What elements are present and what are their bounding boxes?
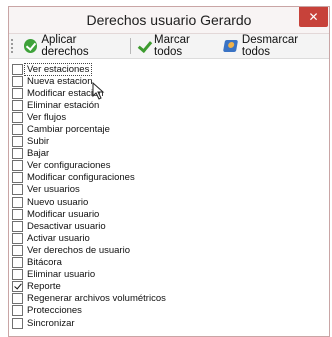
checkbox[interactable] — [12, 148, 23, 160]
checkbox[interactable] — [12, 87, 23, 99]
checkbox[interactable] — [12, 160, 23, 172]
checklist-item-label: Eliminar usuario — [27, 269, 96, 281]
checklist-item[interactable]: Ver usuarios — [9, 184, 329, 196]
checklist-item-label: Activar usuario — [27, 232, 90, 244]
checklist-item[interactable]: Eliminar usuario — [9, 269, 329, 281]
checklist-item-label: Modificar configuraciones — [27, 172, 135, 184]
checkbox[interactable] — [12, 63, 23, 75]
checklist-item[interactable]: Ver configuraciones — [9, 160, 329, 172]
checklist-item[interactable]: Nueva estacion — [9, 75, 329, 87]
checklist-item-label: Eliminar estación — [27, 99, 100, 111]
close-icon: ✕ — [308, 10, 319, 24]
checklist-item[interactable]: Modificar estación — [9, 87, 329, 99]
checkbox[interactable] — [12, 208, 23, 220]
checklist-item[interactable]: Subir — [9, 136, 329, 148]
checklist-item-label: Ver estaciones — [23, 62, 93, 76]
checklist-item[interactable]: Modificar configuraciones — [9, 172, 329, 184]
toolbar-separator — [129, 38, 131, 54]
checklist-item[interactable]: Bitácora — [9, 257, 329, 269]
unmark-all-button[interactable]: Desmarcar todos — [221, 34, 329, 58]
checkbox[interactable] — [12, 269, 23, 281]
checklist-item-label: Nuevo usuario — [27, 196, 89, 208]
apply-check-icon — [23, 39, 38, 53]
checkbox[interactable] — [12, 305, 23, 317]
checklist-item[interactable]: Ver flujos — [9, 111, 329, 123]
permissions-window: Derechos usuario Gerardo ✕ Aplicar derec… — [8, 6, 330, 337]
checklist-item-label: Sincronizar — [27, 317, 75, 329]
checklist-item-label: Ver derechos de usuario — [27, 244, 130, 256]
checklist-item-label: Protecciones — [27, 305, 82, 317]
close-button[interactable]: ✕ — [299, 7, 328, 27]
checklist-item-label: Cambiar porcentaje — [27, 124, 110, 136]
apply-rights-button[interactable]: Aplicar derechos — [21, 34, 127, 58]
checkbox[interactable] — [12, 172, 23, 184]
checklist-item-label: Regenerar archivos volumétricos — [27, 293, 166, 305]
checklist-item-label: Subir — [27, 136, 50, 148]
checkbox[interactable] — [12, 136, 23, 148]
checklist-item[interactable]: Regenerar archivos volumétricos — [9, 293, 329, 305]
mark-all-button[interactable]: Marcar todos — [134, 34, 222, 58]
checkbox[interactable] — [12, 293, 23, 305]
checklist-item[interactable]: Ver derechos de usuario — [9, 244, 329, 256]
checklist-item[interactable]: Reporte — [9, 281, 329, 293]
green-check-icon — [137, 39, 150, 53]
checklist-item-label: Ver configuraciones — [27, 160, 111, 172]
toolbar-grip[interactable] — [11, 39, 16, 53]
checklist-item[interactable]: Desactivar usuario — [9, 220, 329, 232]
checkbox[interactable] — [12, 317, 23, 329]
checklist-item-label: Nueva estacion — [27, 75, 93, 87]
apply-rights-label: Aplicar derechos — [41, 34, 89, 58]
checkbox[interactable] — [12, 184, 23, 196]
checkbox[interactable] — [12, 75, 23, 87]
checklist-item-label: Bajar — [27, 148, 50, 160]
checklist-item[interactable]: Modificar usuario — [9, 208, 329, 220]
checklist-item-label: Reporte — [27, 281, 61, 293]
title-bar[interactable]: Derechos usuario Gerardo ✕ — [9, 7, 329, 34]
checklist-item-label: Desactivar usuario — [27, 220, 106, 232]
mark-all-label: Marcar todos — [154, 34, 190, 58]
permissions-checklist[interactable]: Ver estaciones Nueva estacion Modificar es… — [9, 59, 329, 336]
checkbox[interactable] — [12, 99, 23, 111]
checklist-item[interactable]: Sincronizar — [9, 317, 329, 329]
checklist-item[interactable]: Nuevo usuario — [9, 196, 329, 208]
checklist-item[interactable]: Eliminar estación — [9, 99, 329, 111]
toolbar: Aplicar derechos Marcar todos Desmarcar … — [9, 34, 329, 59]
checklist-item-label: Modificar estación — [27, 87, 104, 99]
unmark-icon — [223, 40, 239, 52]
checklist-item[interactable]: Protecciones — [9, 305, 329, 317]
checklist-item[interactable]: Bajar — [9, 148, 329, 160]
checkbox[interactable] — [12, 257, 23, 269]
checkbox[interactable] — [12, 196, 23, 208]
checklist-item[interactable]: Activar usuario — [9, 232, 329, 244]
checklist-item-label: Modificar usuario — [27, 208, 100, 220]
checkbox[interactable] — [12, 111, 23, 123]
checklist-item[interactable]: Ver estaciones — [9, 62, 329, 76]
checkbox[interactable] — [12, 244, 23, 256]
window-title: Derechos usuario Gerardo — [86, 12, 252, 28]
checklist-item[interactable]: Cambiar porcentaje — [9, 123, 329, 136]
checkbox[interactable] — [12, 220, 23, 232]
checkbox[interactable] — [12, 232, 23, 244]
unmark-all-label: Desmarcar todos — [241, 34, 299, 58]
checklist-item-label: Bitácora — [27, 257, 62, 269]
checkbox[interactable] — [12, 281, 23, 293]
checkbox[interactable] — [12, 124, 23, 136]
checklist-item-label: Ver usuarios — [27, 184, 80, 196]
checklist-item-label: Ver flujos — [27, 111, 67, 123]
